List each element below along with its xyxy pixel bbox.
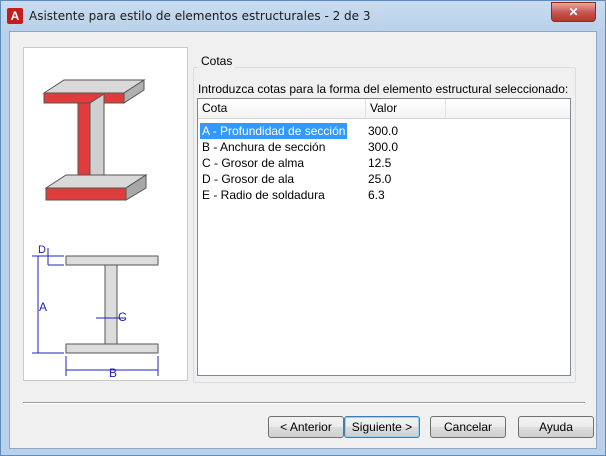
window-title: Asistente para estilo de elementos estru… (29, 9, 371, 23)
cancel-button[interactable]: Cancelar (430, 416, 506, 438)
wizard-window: A Asistente para estilo de elementos est… (0, 0, 606, 456)
help-button[interactable]: Ayuda (518, 416, 594, 438)
column-header-cota[interactable]: Cota (198, 99, 366, 119)
dimension-name: E - Radio de soldadura (202, 188, 325, 202)
close-button[interactable]: ✕ (551, 2, 596, 22)
column-header-empty (446, 99, 570, 119)
list-row[interactable]: A - Profundidad de sección 300.0 (198, 123, 570, 139)
dimension-value[interactable]: 12.5 (368, 155, 391, 171)
i-beam-illustration (32, 79, 159, 376)
dimension-value[interactable]: 300.0 (368, 123, 398, 139)
dim-label-a: A (39, 300, 48, 314)
instruction-text: Introduzca cotas para la forma del eleme… (198, 82, 569, 96)
member-illustration: D A C B (23, 47, 188, 381)
dimension-name: A - Profundidad de sección (200, 123, 348, 139)
dim-label-d: D (38, 244, 46, 256)
cotas-group-title: Cotas (198, 54, 236, 68)
dimension-value[interactable]: 300.0 (368, 139, 398, 155)
list-row[interactable]: B - Anchura de sección 300.0 (198, 139, 570, 155)
list-row[interactable]: D - Grosor de ala 25.0 (198, 171, 570, 187)
dimension-name: B - Anchura de sección (202, 140, 326, 154)
list-header: Cota Valor (198, 99, 570, 119)
title-bar[interactable]: A Asistente para estilo de elementos est… (1, 1, 605, 31)
list-row[interactable]: E - Radio de soldadura 6.3 (198, 187, 570, 203)
autocad-app-icon: A (7, 8, 23, 24)
dim-label-c: C (118, 310, 127, 324)
dimension-value[interactable]: 6.3 (368, 187, 385, 203)
dim-label-b: B (109, 366, 118, 380)
next-button[interactable]: Siguiente > (344, 416, 420, 438)
list-row[interactable]: C - Grosor de alma 12.5 (198, 155, 570, 171)
dimension-name: C - Grosor de alma (202, 156, 305, 170)
dialog-client-area: D A C B Cotas Introduzca cotas para la f… (9, 31, 597, 449)
column-header-valor[interactable]: Valor (366, 99, 446, 119)
dimension-name: D - Grosor de ala (202, 172, 295, 186)
footer-separator (23, 402, 585, 404)
dimension-value[interactable]: 25.0 (368, 171, 391, 187)
back-button[interactable]: < Anterior (268, 416, 344, 438)
dimensions-list[interactable]: Cota Valor A - Profundidad de sección 30… (197, 98, 571, 376)
